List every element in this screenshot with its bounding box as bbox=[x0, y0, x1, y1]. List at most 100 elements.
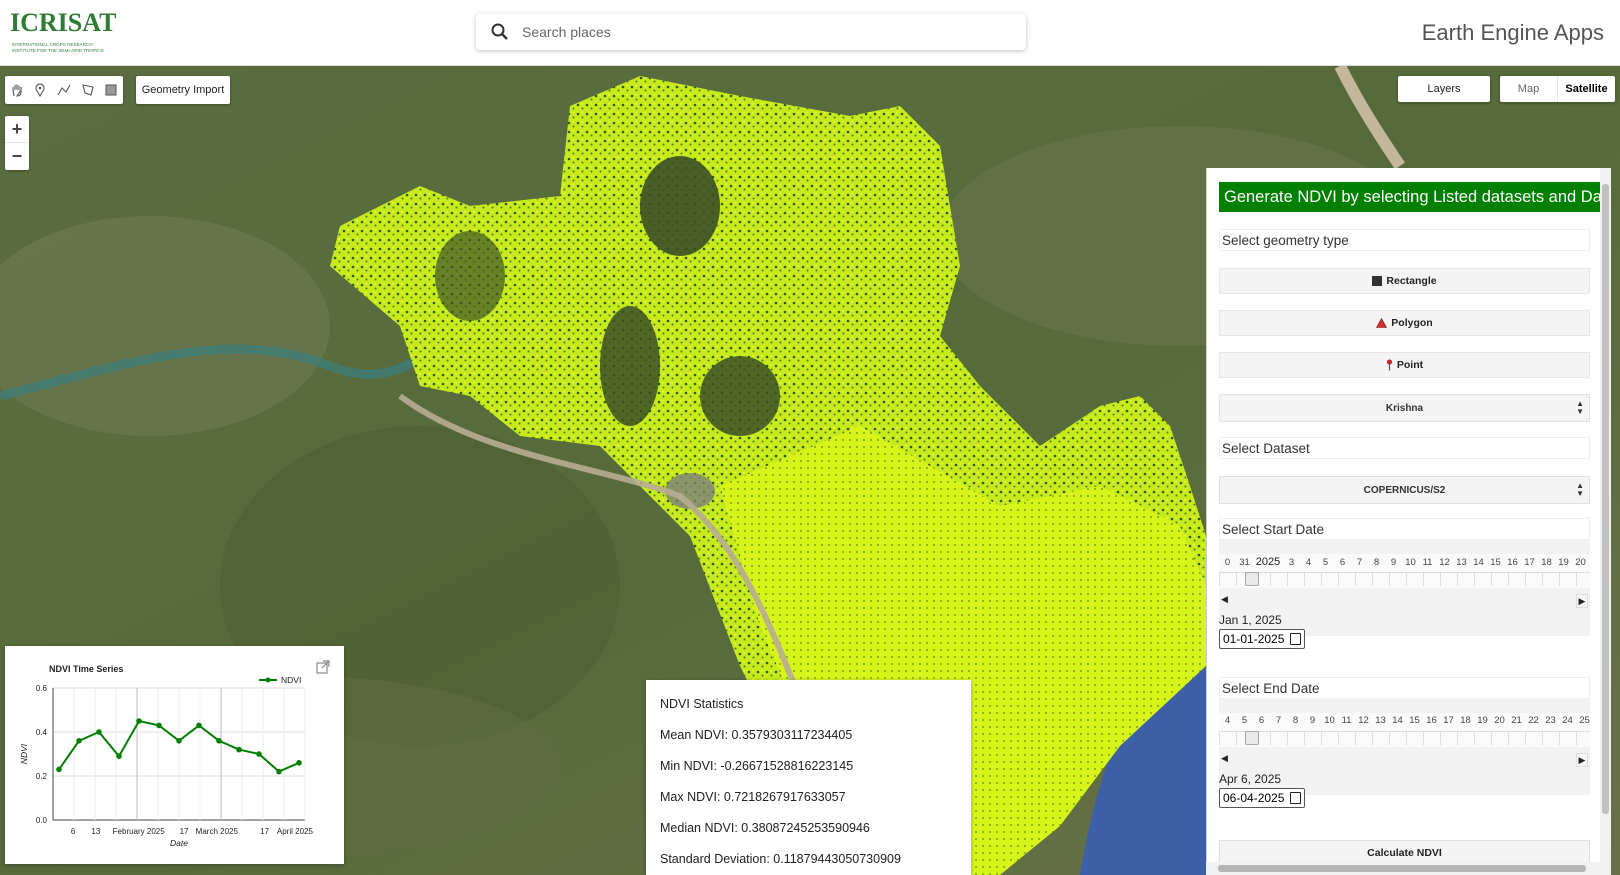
timeline-tick: 4 bbox=[1305, 557, 1312, 568]
stats-title: NDVI Statistics bbox=[660, 697, 744, 711]
ndvi-statistics-panel: NDVI Statistics Mean NDVI: 0.35793031172… bbox=[646, 680, 971, 875]
timeline-tick: 7 bbox=[1356, 557, 1363, 568]
map-type-toggle: Map Satellite bbox=[1500, 76, 1615, 102]
scroll-right-icon[interactable]: ▶ bbox=[1576, 594, 1588, 608]
timeline-tick: 22 bbox=[1528, 715, 1539, 726]
stats-std: Standard Deviation: 0.11879443050730909 bbox=[660, 852, 901, 866]
timeline-tick: 14 bbox=[1392, 715, 1403, 726]
start-timeline-scroll: ◀ ▶ bbox=[1219, 594, 1590, 608]
stats-median: Median NDVI: 0.38087245253590946 bbox=[660, 821, 870, 835]
ndvi-data-point bbox=[296, 760, 302, 766]
scroll-left-icon[interactable]: ◀ bbox=[1221, 753, 1228, 764]
search-box[interactable] bbox=[476, 14, 1026, 50]
rectangle-button[interactable]: Rectangle bbox=[1219, 268, 1590, 294]
x-tick-label: 13 bbox=[91, 827, 100, 836]
timeline-tick: 10 bbox=[1405, 557, 1416, 568]
timeline-tick: 14 bbox=[1473, 557, 1484, 568]
timeline-tick: 7 bbox=[1275, 715, 1282, 726]
y-tick-label: 0.4 bbox=[36, 728, 48, 737]
hand-icon[interactable] bbox=[5, 76, 29, 104]
timeline-tick: 13 bbox=[1375, 715, 1386, 726]
point-button[interactable]: Point bbox=[1219, 352, 1590, 378]
popout-icon[interactable] bbox=[316, 660, 330, 674]
scrollbar-thumb[interactable] bbox=[1602, 184, 1609, 814]
timeline-tick: 15 bbox=[1409, 715, 1420, 726]
timeline-thumb[interactable] bbox=[1245, 572, 1259, 586]
rectangle-button-label: Rectangle bbox=[1386, 275, 1437, 287]
logo-subtext: INTERNATIONAL CROPS RESEARCH INSTITUTE F… bbox=[12, 42, 104, 53]
zoom-out-button[interactable]: − bbox=[5, 143, 29, 170]
triangle-icon bbox=[1376, 318, 1388, 328]
legend-label: NDVI bbox=[281, 675, 301, 685]
x-tick-label: April 2025 bbox=[277, 827, 314, 836]
select-arrows-icon: ▲ ▼ bbox=[1576, 481, 1584, 498]
line-icon[interactable] bbox=[52, 76, 76, 104]
calendar-icon[interactable] bbox=[1290, 633, 1301, 645]
marker-icon[interactable] bbox=[29, 76, 53, 104]
timeline-tick: 16 bbox=[1507, 557, 1518, 568]
timeline-ticks: 4 5 6 7 8 9 10 11 12 13 14 15 16 17 18 19 20 21 22 23 24 25 bbox=[1219, 715, 1590, 726]
panel-title: Generate NDVI by selecting Listed datase… bbox=[1219, 182, 1601, 212]
timeline-tick: 4 bbox=[1224, 715, 1231, 726]
ndvi-data-point bbox=[56, 766, 62, 773]
scrollbar-thumb[interactable] bbox=[1218, 865, 1586, 872]
ndvi-data-point bbox=[76, 738, 82, 744]
start-date-input[interactable]: 01-01-2025 bbox=[1219, 629, 1305, 649]
panel-horizontal-scrollbar[interactable] bbox=[1206, 862, 1600, 875]
calendar-icon[interactable] bbox=[1290, 792, 1301, 804]
point-button-label: Point bbox=[1396, 359, 1424, 371]
start-date-timeline[interactable]: 0 31 2025 3 4 5 6 7 8 9 10 11 12 13 14 15 16 17 18 19 20 bbox=[1219, 554, 1590, 588]
ndvi-data-point bbox=[156, 722, 162, 729]
timeline-tick: 9 bbox=[1309, 715, 1316, 726]
timeline-tick: 18 bbox=[1460, 715, 1471, 726]
rectangle-icon[interactable] bbox=[99, 76, 123, 104]
ndvi-data-point bbox=[176, 738, 182, 744]
timeline-tick: 24 bbox=[1562, 715, 1573, 726]
timeline-tick: 10 bbox=[1324, 715, 1335, 726]
x-tick-label: 6 bbox=[71, 827, 76, 836]
pushpin-icon bbox=[1386, 359, 1392, 371]
map-type-satellite-button[interactable]: Satellite bbox=[1558, 76, 1615, 102]
polygon-icon[interactable] bbox=[76, 76, 100, 104]
stats-max: Max NDVI: 0.7218267917633057 bbox=[660, 790, 846, 804]
panel-vertical-scrollbar[interactable] bbox=[1600, 168, 1611, 875]
map-type-map-button[interactable]: Map bbox=[1500, 76, 1558, 102]
timeline-tick: 17 bbox=[1443, 715, 1454, 726]
ndvi-data-point bbox=[96, 729, 102, 735]
start-date-label: Select Start Date bbox=[1219, 518, 1590, 540]
timeline-tick: 31 bbox=[1239, 557, 1250, 568]
y-tick-label: 0.2 bbox=[36, 772, 48, 781]
ndvi-data-point bbox=[196, 722, 202, 729]
dataset-select-value: COPERNICUS/S2 bbox=[1363, 484, 1446, 496]
ndvi-control-panel: Generate NDVI by selecting Listed datase… bbox=[1206, 168, 1611, 875]
ndvi-time-series-chart: NDVI Time Series NDVI 0.0 0.2 0.4 0.6 6 13 Febru… bbox=[19, 664, 314, 848]
end-date-timeline[interactable]: 4 5 6 7 8 9 10 11 12 13 14 15 16 17 18 19 20 21 22 23 24 25 bbox=[1219, 713, 1590, 747]
zoom-control: + − bbox=[5, 116, 29, 170]
x-tick-label: March 2025 bbox=[196, 827, 239, 836]
timeline-tick: 9 bbox=[1390, 557, 1397, 568]
search-input[interactable] bbox=[522, 21, 1002, 43]
end-date-input[interactable]: 06-04-2025 bbox=[1219, 788, 1305, 808]
region-select[interactable]: Krishna ▲ ▼ bbox=[1219, 394, 1590, 422]
timeline-tick: 11 bbox=[1341, 715, 1352, 726]
search-icon bbox=[491, 23, 508, 40]
scroll-right-icon[interactable]: ▶ bbox=[1576, 753, 1588, 767]
icrisat-logo[interactable]: ICRISAT INTERNATIONAL CROPS RESEARCH INS… bbox=[8, 8, 116, 58]
timeline-tick: 8 bbox=[1373, 557, 1380, 568]
timeline-tick: 15 bbox=[1490, 557, 1501, 568]
geometry-import-button[interactable]: Geometry Import bbox=[136, 76, 230, 104]
scroll-left-icon[interactable]: ◀ bbox=[1221, 594, 1228, 605]
timeline-thumb[interactable] bbox=[1245, 731, 1259, 745]
layers-button[interactable]: Layers bbox=[1398, 76, 1490, 102]
dataset-select[interactable]: COPERNICUS/S2 ▲ ▼ bbox=[1219, 476, 1590, 504]
timeline-tick: 13 bbox=[1456, 557, 1467, 568]
polygon-button-label: Polygon bbox=[1391, 317, 1433, 329]
polygon-button[interactable]: Polygon bbox=[1219, 310, 1590, 336]
ndvi-chart-panel: NDVI Time Series NDVI 0.0 0.2 0.4 0.6 6 13 Febru… bbox=[5, 646, 344, 864]
stats-min: Min NDVI: -0.26671528816223145 bbox=[660, 759, 854, 773]
stats-mean: Mean NDVI: 0.3579303117234405 bbox=[660, 728, 853, 742]
zoom-in-button[interactable]: + bbox=[5, 116, 29, 143]
timeline-tick: 18 bbox=[1541, 557, 1552, 568]
end-date-value: 06-04-2025 bbox=[1223, 791, 1285, 805]
x-axis-label: Date bbox=[170, 838, 188, 848]
